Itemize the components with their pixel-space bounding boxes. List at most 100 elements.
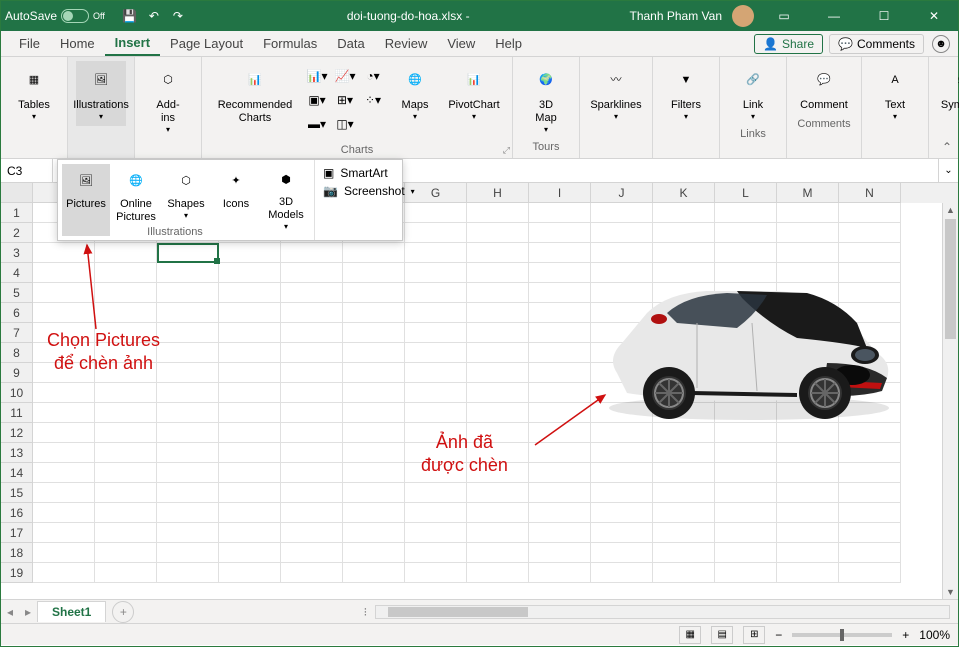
cell[interactable] bbox=[529, 363, 591, 383]
scroll-down-icon[interactable]: ▼ bbox=[943, 585, 958, 599]
combo-chart-icon[interactable]: ◫▾ bbox=[332, 113, 358, 135]
save-icon[interactable]: 💾 bbox=[121, 7, 139, 25]
cell[interactable] bbox=[777, 543, 839, 563]
maps-button[interactable]: 🌐 Maps ▾ bbox=[390, 61, 440, 142]
cell[interactable] bbox=[219, 423, 281, 443]
cell[interactable] bbox=[343, 443, 405, 463]
cell[interactable] bbox=[405, 343, 467, 363]
cell[interactable] bbox=[405, 323, 467, 343]
column-header[interactable]: M bbox=[777, 183, 839, 203]
column-header[interactable]: J bbox=[591, 183, 653, 203]
cell[interactable] bbox=[219, 483, 281, 503]
cell[interactable] bbox=[777, 483, 839, 503]
row-header[interactable]: 14 bbox=[1, 463, 33, 483]
cell[interactable] bbox=[219, 443, 281, 463]
cell[interactable] bbox=[529, 483, 591, 503]
tab-view[interactable]: View bbox=[437, 32, 485, 55]
cell[interactable] bbox=[715, 483, 777, 503]
cell[interactable] bbox=[591, 563, 653, 583]
row-header[interactable]: 17 bbox=[1, 523, 33, 543]
column-header[interactable]: H bbox=[467, 183, 529, 203]
maximize-icon[interactable]: ☐ bbox=[864, 1, 904, 31]
cell[interactable] bbox=[281, 283, 343, 303]
cell[interactable] bbox=[281, 543, 343, 563]
add-sheet-button[interactable]: + bbox=[112, 601, 134, 623]
cell[interactable] bbox=[281, 523, 343, 543]
filters-button[interactable]: ▼ Filters ▾ bbox=[661, 61, 711, 126]
cell[interactable] bbox=[219, 523, 281, 543]
row-header[interactable]: 4 bbox=[1, 263, 33, 283]
vertical-scrollbar[interactable]: ▲ ▼ bbox=[942, 203, 958, 599]
cell[interactable] bbox=[157, 523, 219, 543]
cell[interactable] bbox=[281, 343, 343, 363]
row-header[interactable]: 10 bbox=[1, 383, 33, 403]
cell[interactable] bbox=[529, 343, 591, 363]
cell[interactable] bbox=[529, 443, 591, 463]
cell[interactable] bbox=[95, 523, 157, 543]
cell[interactable] bbox=[157, 443, 219, 463]
minimize-icon[interactable]: — bbox=[814, 1, 854, 31]
illustrations-button[interactable]: 🖼 Illustrations ▾ bbox=[76, 61, 126, 126]
cell[interactable] bbox=[591, 503, 653, 523]
cell[interactable] bbox=[467, 203, 529, 223]
cell[interactable] bbox=[839, 503, 901, 523]
cell[interactable] bbox=[157, 543, 219, 563]
link-button[interactable]: 🔗 Link ▾ bbox=[728, 61, 778, 126]
cell[interactable] bbox=[405, 303, 467, 323]
smartart-button[interactable]: ▣ SmartArt bbox=[323, 166, 415, 180]
cell[interactable] bbox=[33, 523, 95, 543]
cell[interactable] bbox=[405, 403, 467, 423]
toggle-switch-icon[interactable] bbox=[61, 9, 89, 23]
cell[interactable] bbox=[467, 383, 529, 403]
cell[interactable] bbox=[777, 203, 839, 223]
line-chart-icon[interactable]: 📈▾ bbox=[332, 65, 358, 87]
scrollbar-thumb[interactable] bbox=[945, 219, 956, 339]
cell[interactable] bbox=[95, 283, 157, 303]
cell[interactable] bbox=[529, 403, 591, 423]
cell[interactable] bbox=[653, 203, 715, 223]
cell[interactable] bbox=[157, 363, 219, 383]
cell[interactable] bbox=[343, 503, 405, 523]
ribbon-display-icon[interactable]: ▭ bbox=[764, 1, 804, 31]
cell[interactable] bbox=[33, 303, 95, 323]
row-header[interactable]: 11 bbox=[1, 403, 33, 423]
cell[interactable] bbox=[157, 403, 219, 423]
cell[interactable] bbox=[219, 563, 281, 583]
cell[interactable] bbox=[157, 343, 219, 363]
cell[interactable] bbox=[529, 283, 591, 303]
cell[interactable] bbox=[95, 323, 157, 343]
cell[interactable] bbox=[219, 323, 281, 343]
cell[interactable] bbox=[95, 363, 157, 383]
zoom-level[interactable]: 100% bbox=[919, 628, 950, 642]
cell[interactable] bbox=[591, 483, 653, 503]
undo-icon[interactable]: ↶ bbox=[145, 7, 163, 25]
statistic-chart-icon[interactable]: ⊞▾ bbox=[332, 89, 358, 111]
row-header[interactable]: 7 bbox=[1, 323, 33, 343]
cell[interactable] bbox=[653, 443, 715, 463]
cell[interactable] bbox=[839, 463, 901, 483]
cell[interactable] bbox=[33, 323, 95, 343]
column-header[interactable]: I bbox=[529, 183, 591, 203]
cell[interactable] bbox=[467, 483, 529, 503]
cell[interactable] bbox=[653, 483, 715, 503]
cell[interactable] bbox=[343, 263, 405, 283]
cell[interactable] bbox=[405, 563, 467, 583]
cell[interactable] bbox=[405, 283, 467, 303]
hscroll-thumb[interactable] bbox=[388, 607, 528, 617]
tab-formulas[interactable]: Formulas bbox=[253, 32, 327, 55]
cell[interactable] bbox=[653, 223, 715, 243]
cell[interactable] bbox=[33, 443, 95, 463]
cell[interactable] bbox=[777, 523, 839, 543]
cell[interactable] bbox=[529, 263, 591, 283]
cell[interactable] bbox=[157, 563, 219, 583]
cell[interactable] bbox=[33, 543, 95, 563]
cell[interactable] bbox=[591, 243, 653, 263]
zoom-out-icon[interactable]: − bbox=[775, 628, 782, 642]
cell[interactable] bbox=[467, 243, 529, 263]
cell[interactable] bbox=[405, 423, 467, 443]
tab-page-layout[interactable]: Page Layout bbox=[160, 32, 253, 55]
cell[interactable] bbox=[219, 503, 281, 523]
cell[interactable] bbox=[529, 423, 591, 443]
cell[interactable] bbox=[405, 263, 467, 283]
row-header[interactable]: 2 bbox=[1, 223, 33, 243]
